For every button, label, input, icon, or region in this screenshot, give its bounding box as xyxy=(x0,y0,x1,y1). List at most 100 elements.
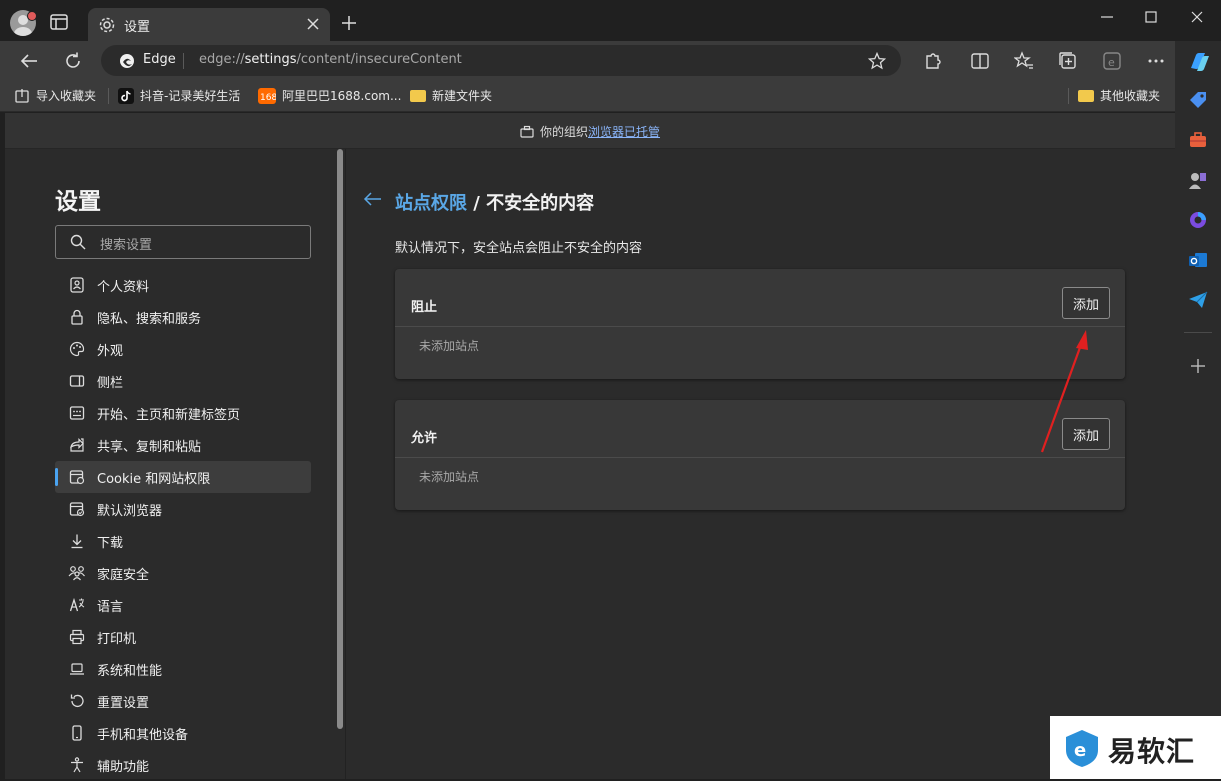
new-tab-icon[interactable] xyxy=(341,15,357,31)
reset-icon xyxy=(67,691,87,711)
tab-settings[interactable]: 设置 xyxy=(88,8,330,41)
nav-item-phone-devices[interactable]: 手机和其他设备 xyxy=(55,717,311,749)
nav-item-privacy[interactable]: 隐私、搜索和服务 xyxy=(55,301,311,333)
minimize-icon[interactable] xyxy=(1096,8,1118,26)
settings-page: 你的组织浏览器已托管 设置 搜索设置 个人资料 隐私、搜索和服务 外观 侧栏 开… xyxy=(5,113,1175,779)
address-divider xyxy=(183,53,184,69)
tab-actions-icon[interactable] xyxy=(50,14,68,30)
navigation-toolbar: Edge edge://settings/content/insecureCon… xyxy=(0,41,1221,81)
nav-item-downloads[interactable]: 下载 xyxy=(55,525,311,557)
nav-item-default-browser[interactable]: 默认浏览器 xyxy=(55,493,311,525)
share-icon xyxy=(67,435,87,455)
nav-item-accessibility[interactable]: 辅助功能 xyxy=(55,749,311,781)
settings-nav: 设置 搜索设置 个人资料 隐私、搜索和服务 外观 侧栏 开始、主页和新建标签页 xyxy=(5,149,343,779)
import-favorites-icon xyxy=(14,88,30,104)
tab-title: 设置 xyxy=(124,20,151,35)
bookmark-douyin[interactable]: 抖音-记录美好生活 xyxy=(118,87,240,104)
collections-icon[interactable] xyxy=(1058,51,1078,71)
douyin-icon xyxy=(118,87,134,104)
nav-item-profile[interactable]: 个人资料 xyxy=(55,269,311,301)
nav-item-languages[interactable]: 语言 xyxy=(55,589,311,621)
site-permissions-icon xyxy=(67,467,87,487)
profile-badge xyxy=(27,11,37,21)
nav-item-start-home[interactable]: 开始、主页和新建标签页 xyxy=(55,397,311,429)
nav-item-cookies-site-permissions[interactable]: Cookie 和网站权限 xyxy=(55,461,311,493)
watermark-text: 易软汇 xyxy=(1108,735,1196,768)
managed-link[interactable]: 浏览器已托管 xyxy=(588,125,660,139)
url-text[interactable]: edge://settings/content/insecureContent xyxy=(199,52,462,67)
more-menu-icon[interactable] xyxy=(1146,51,1166,71)
search-settings-input[interactable]: 搜索设置 xyxy=(55,225,311,259)
close-window-icon[interactable] xyxy=(1186,8,1208,26)
block-card: 阻止 添加 未添加站点 xyxy=(395,269,1125,379)
edge-sidebar xyxy=(1175,41,1221,779)
nav-item-printers[interactable]: 打印机 xyxy=(55,621,311,653)
nav-item-reset-settings[interactable]: 重置设置 xyxy=(55,685,311,717)
nav-item-system-performance[interactable]: 系统和性能 xyxy=(55,653,311,685)
block-add-button[interactable]: 添加 xyxy=(1062,287,1110,319)
bookmark-new-folder[interactable]: 新建文件夹 xyxy=(410,87,492,104)
site-identity: Edge xyxy=(143,52,176,67)
back-icon[interactable] xyxy=(18,50,40,72)
maximize-icon[interactable] xyxy=(1140,8,1162,26)
search-icon xyxy=(70,234,86,250)
laptop-icon xyxy=(67,659,87,679)
tools-briefcase-icon[interactable] xyxy=(1187,129,1209,151)
search-placeholder: 搜索设置 xyxy=(100,238,153,253)
profile-icon xyxy=(67,275,87,295)
managed-banner: 你的组织浏览器已托管 xyxy=(5,113,1175,149)
svg-text:1688: 1688 xyxy=(260,93,276,103)
close-tab-icon[interactable] xyxy=(306,17,320,31)
breadcrumb-site-permissions[interactable]: 站点权限 xyxy=(395,193,467,214)
lock-icon xyxy=(67,307,87,327)
edge-logo-icon xyxy=(119,53,135,69)
nav-scrollbar[interactable] xyxy=(337,149,343,729)
rail-divider xyxy=(1184,332,1212,333)
gear-icon xyxy=(98,16,116,34)
page-title: 不安全的内容 xyxy=(486,193,595,214)
shopping-tag-icon[interactable] xyxy=(1187,89,1209,111)
folder-icon xyxy=(410,89,426,102)
nav-item-family-safety[interactable]: 家庭安全 xyxy=(55,557,311,589)
bookmark-import[interactable]: 导入收藏夹 xyxy=(14,87,96,104)
address-bar[interactable]: Edge edge://settings/content/insecureCon… xyxy=(101,45,901,76)
extensions-icon[interactable] xyxy=(922,51,942,71)
printer-icon xyxy=(67,627,87,647)
bookmark-divider xyxy=(108,88,109,104)
favorite-star-icon[interactable] xyxy=(868,52,886,70)
palette-icon xyxy=(67,339,87,359)
card-divider xyxy=(395,326,1125,327)
nav-item-sidebar[interactable]: 侧栏 xyxy=(55,365,311,397)
allow-card: 允许 添加 未添加站点 xyxy=(395,400,1125,510)
ie-mode-icon[interactable]: e xyxy=(1102,51,1122,71)
microsoft-365-icon[interactable] xyxy=(1187,209,1209,231)
nav-divider xyxy=(345,149,346,779)
games-icon[interactable] xyxy=(1187,169,1209,191)
send-telegram-icon[interactable] xyxy=(1187,289,1209,311)
add-sidebar-icon[interactable] xyxy=(1187,355,1209,377)
nav-active-indicator xyxy=(55,468,58,486)
page-description: 默认情况下，安全站点会阻止不安全的内容 xyxy=(395,241,643,256)
favorites-icon[interactable] xyxy=(1014,51,1034,71)
refresh-icon[interactable] xyxy=(62,50,84,72)
download-icon xyxy=(67,531,87,551)
outlook-icon[interactable] xyxy=(1187,249,1209,271)
svg-text:e: e xyxy=(1108,56,1115,69)
card-divider xyxy=(395,457,1125,458)
briefcase-icon xyxy=(520,125,534,138)
phone-icon xyxy=(67,723,87,743)
bookmark-other-favorites[interactable]: 其他收藏夹 xyxy=(1078,87,1160,104)
split-screen-icon[interactable] xyxy=(970,51,990,71)
family-icon xyxy=(67,563,87,583)
copilot-icon[interactable] xyxy=(1187,50,1209,72)
block-title: 阻止 xyxy=(411,300,438,315)
bookmark-1688[interactable]: 1688 阿里巴巴1688.com... xyxy=(258,87,401,104)
nav-item-share-copy-paste[interactable]: 共享、复制和粘贴 xyxy=(55,429,311,461)
watermark-shield-icon: e xyxy=(1064,728,1100,768)
watermark-logo: e 易软汇 xyxy=(1050,716,1221,779)
block-empty-text: 未添加站点 xyxy=(419,339,480,353)
bookmarks-bar: 导入收藏夹 抖音-记录美好生活 1688 阿里巴巴1688.com... 新建文… xyxy=(0,81,1221,112)
nav-item-appearance[interactable]: 外观 xyxy=(55,333,311,365)
back-arrow-icon[interactable] xyxy=(363,191,383,207)
folder-icon xyxy=(1078,89,1094,102)
